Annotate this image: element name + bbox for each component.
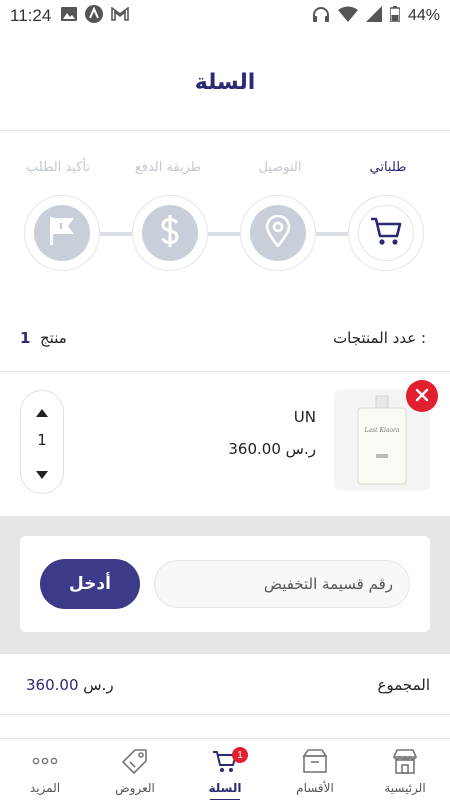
nav-label-home: الرئيسية xyxy=(384,781,426,795)
step-label-my-orders: طلباتي xyxy=(369,160,407,175)
step-payment[interactable] xyxy=(132,195,208,271)
cart-badge: 1 xyxy=(232,747,248,763)
checkout-steps-labels: طلباتي التوصيل طريقة الدفع تأكيد الطلب xyxy=(0,160,450,184)
more-dots-icon xyxy=(31,747,59,775)
step-confirm[interactable] xyxy=(24,195,100,271)
status-left-icons xyxy=(61,4,130,28)
status-bar: 11:24 44% xyxy=(0,0,450,32)
product-count: 1 منتج xyxy=(20,329,67,347)
nav-label-offers: العروض xyxy=(115,781,155,795)
flag-icon xyxy=(47,215,77,251)
product-count-label: عدد المنتجات : xyxy=(333,329,426,347)
step-delivery[interactable] xyxy=(240,195,316,271)
page-title: السلة xyxy=(194,70,256,95)
header-divider xyxy=(0,130,450,131)
product-count-unit: منتج xyxy=(39,329,67,347)
store-icon xyxy=(391,747,419,775)
box-icon xyxy=(301,747,329,775)
product-price-value: 360.00 xyxy=(228,440,281,458)
image-icon xyxy=(61,6,78,26)
tag-icon xyxy=(121,747,149,775)
product-price: 360.00 ر.س xyxy=(228,440,316,458)
quantity-decrease-button[interactable] xyxy=(21,459,63,487)
nav-label-categories: الأقسام xyxy=(296,781,334,795)
coupon-section: أدخل xyxy=(0,516,450,654)
status-time: 11:24 xyxy=(10,6,52,25)
location-pin-icon xyxy=(265,214,291,251)
status-right-icons: 44% xyxy=(312,5,440,27)
quantity-stepper: 1 xyxy=(20,390,64,494)
close-icon xyxy=(415,387,429,406)
signal-icon xyxy=(365,5,382,27)
nav-item-categories[interactable]: الأقسام xyxy=(270,739,360,800)
total-currency: ر.س xyxy=(83,676,114,694)
triangle-down-icon xyxy=(36,464,48,483)
nav-item-cart[interactable]: 1 السلة xyxy=(180,739,270,800)
cart-item: Last Kiaora UN 360.00 ر.س 1 xyxy=(0,372,450,516)
nav-item-home[interactable]: الرئيسية xyxy=(360,739,450,800)
step-my-orders[interactable] xyxy=(348,195,424,271)
checkout-steps xyxy=(0,195,450,275)
product-count-row: عدد المنتجات : 1 منتج xyxy=(0,326,450,352)
dollar-icon xyxy=(159,214,181,252)
coupon-card: أدخل xyxy=(20,536,430,632)
apply-coupon-button[interactable]: أدخل xyxy=(40,559,140,609)
triangle-up-icon xyxy=(36,402,48,421)
product-name: UN xyxy=(293,408,316,426)
battery-percent: 44% xyxy=(407,7,440,24)
product-count-value: 1 xyxy=(20,329,31,347)
coupon-input[interactable] xyxy=(154,560,410,608)
total-row: المجموع 360.00 ر.س xyxy=(0,654,450,714)
divider xyxy=(0,714,450,715)
wifi-icon xyxy=(337,6,358,27)
android-nav-icon xyxy=(85,4,104,28)
total-amount: 360.00 xyxy=(26,676,79,694)
product-image-label: Last Kiaora xyxy=(364,427,400,434)
nav-label-cart: السلة xyxy=(208,781,242,795)
quantity-value: 1 xyxy=(37,431,47,449)
cart-icon xyxy=(369,216,403,250)
step-label-delivery: التوصيل xyxy=(258,160,302,175)
bottom-nav: الرئيسية الأقسام 1 السلة العروض المزيد xyxy=(0,738,450,800)
quantity-increase-button[interactable] xyxy=(21,397,63,425)
header: السلة xyxy=(0,70,450,95)
total-value: 360.00 ر.س xyxy=(26,676,114,694)
remove-item-button[interactable] xyxy=(406,380,438,412)
total-label: المجموع xyxy=(377,676,430,694)
nav-item-more[interactable]: المزيد xyxy=(0,739,90,800)
product-price-currency: ر.س xyxy=(285,440,316,458)
nav-item-offers[interactable]: العروض xyxy=(90,739,180,800)
step-label-confirm: تأكيد الطلب xyxy=(26,160,90,175)
battery-icon xyxy=(389,5,401,27)
headphones-icon xyxy=(312,6,330,27)
step-label-payment: طريقة الدفع xyxy=(134,160,202,175)
nav-label-more: المزيد xyxy=(29,781,61,795)
gmail-icon xyxy=(111,5,130,26)
